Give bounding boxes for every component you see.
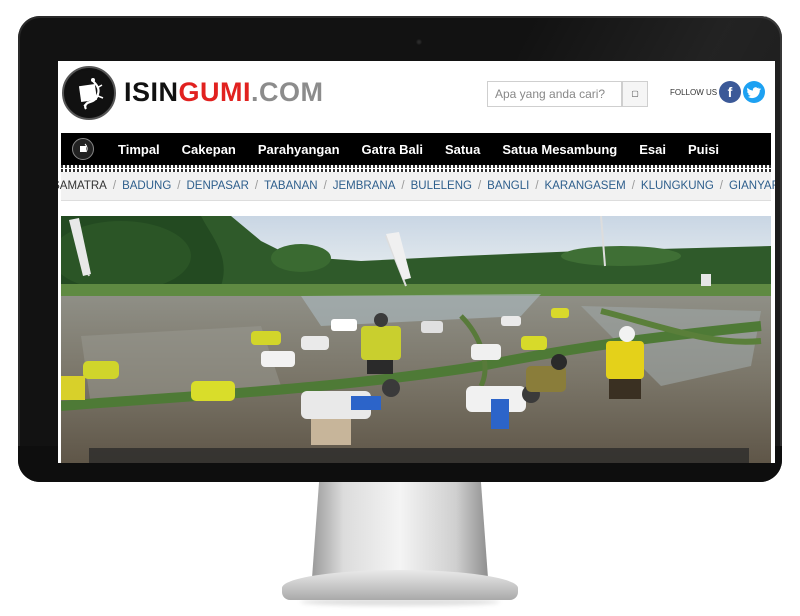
search-button[interactable]: ▢: [622, 81, 648, 107]
twitter-icon[interactable]: [743, 81, 765, 103]
region-link-denpasar[interactable]: DENPASAR: [186, 180, 248, 192]
browser-screen: ISINGUMI.COM Apa yang anda cari? ▢ FOLLO…: [58, 61, 775, 463]
facebook-icon[interactable]: f: [719, 81, 741, 103]
site-logo-badge[interactable]: [62, 66, 116, 120]
region-link-badung[interactable]: BADUNG: [122, 180, 171, 192]
nav-divider-stripe: [61, 165, 771, 172]
search-icon: ▢: [631, 89, 639, 98]
region-separator: /: [719, 180, 723, 192]
region-link-bangli[interactable]: BANGLI: [487, 180, 529, 192]
slider-caption-bar: [89, 448, 749, 463]
monitor-stand-neck: [312, 482, 488, 578]
lizard-logo-icon: [66, 70, 112, 116]
nav-item-parahyangan[interactable]: Parahyangan: [258, 142, 340, 157]
region-link-karangasem[interactable]: KARANGASEM: [545, 180, 626, 192]
nav-item-cakepan[interactable]: Cakepan: [182, 142, 236, 157]
region-separator: /: [477, 180, 482, 192]
rice-field-photo: [61, 216, 771, 463]
mini-logo-icon: [80, 143, 88, 153]
region-separator: /: [401, 180, 405, 192]
region-link-klungkung[interactable]: KLUNGKUNG: [641, 180, 714, 192]
monitor-frame: ISINGUMI.COM Apa yang anda cari? ▢ FOLLO…: [18, 16, 782, 482]
main-navigation: Timpal Cakepan Parahyangan Gatra Bali Sa…: [61, 133, 771, 165]
region-separator: /: [323, 180, 327, 192]
nav-item-esai[interactable]: Esai: [639, 142, 666, 157]
nav-item-gatra-bali[interactable]: Gatra Bali: [362, 142, 423, 157]
monitor-stand-base: [282, 570, 518, 600]
region-navigation: SAMATRA / BADUNG / DENPASAR / TABANAN / …: [58, 172, 775, 201]
nav-item-satua-mesambung[interactable]: Satua Mesambung: [502, 142, 617, 157]
region-separator: /: [112, 180, 117, 192]
region-separator: /: [254, 180, 259, 192]
logo-word-isin: ISIN: [124, 77, 179, 107]
nav-item-puisi[interactable]: Puisi: [688, 142, 719, 157]
region-link-jembrana[interactable]: JEMBRANA: [333, 180, 396, 192]
logo-word-com: .COM: [251, 77, 324, 107]
nav-item-satua[interactable]: Satua: [445, 142, 480, 157]
logo-word-gumi: GUMI: [178, 77, 252, 107]
home-logo-icon[interactable]: [72, 138, 94, 160]
region-separator: /: [631, 180, 635, 192]
webcam: [416, 39, 422, 45]
region-link-gianyar[interactable]: GIANYAR: [729, 180, 775, 192]
region-separator: /: [535, 180, 539, 192]
hero-featured-image[interactable]: [61, 216, 771, 463]
site-logo-text[interactable]: ISINGUMI.COM: [124, 77, 324, 108]
nav-item-timpal[interactable]: Timpal: [118, 142, 160, 157]
region-link-buleleng[interactable]: BULELENG: [411, 180, 472, 192]
region-separator: /: [177, 180, 181, 192]
follow-us-label: FOLLOW US :: [670, 88, 722, 97]
site-header: ISINGUMI.COM Apa yang anda cari? ▢ FOLLO…: [58, 61, 775, 131]
region-link-tabanan[interactable]: TABANAN: [264, 180, 317, 192]
search-input[interactable]: Apa yang anda cari?: [487, 81, 622, 107]
twitter-bird-icon: [747, 87, 762, 99]
region-link-samatra[interactable]: SAMATRA: [58, 180, 107, 192]
